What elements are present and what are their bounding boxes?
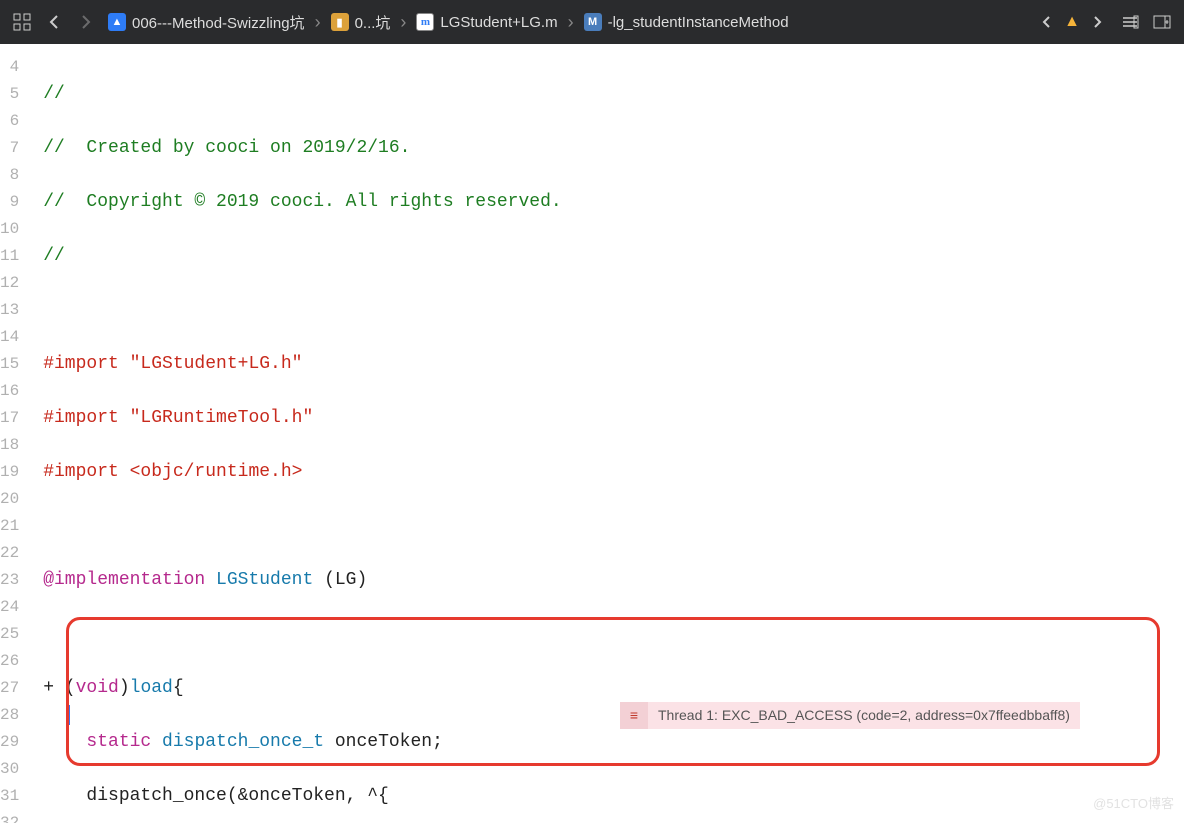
issue-prev-icon[interactable] bbox=[1032, 8, 1060, 36]
breadcrumb-label: 006---Method-Swizzling坑 bbox=[132, 12, 305, 33]
breadcrumb-label: -lg_studentInstanceMethod bbox=[608, 14, 789, 31]
nav-forward-icon[interactable] bbox=[72, 8, 100, 36]
error-text: Thread 1: EXC_BAD_ACCESS (code=2, addres… bbox=[648, 702, 1080, 729]
folder-icon: ▮ bbox=[331, 13, 349, 31]
error-icon: ≡ bbox=[620, 702, 648, 729]
xcodeproj-icon: ▲ bbox=[108, 13, 126, 31]
warning-icon[interactable]: ▲ bbox=[1064, 13, 1080, 31]
code-editor[interactable]: 456 789 101112 131415 161718 192021 2223… bbox=[0, 44, 1184, 823]
m-file-icon: m bbox=[416, 13, 434, 31]
method-icon: M bbox=[584, 13, 602, 31]
breadcrumb-method[interactable]: M -lg_studentInstanceMethod bbox=[580, 13, 793, 31]
chevron-right-icon: › bbox=[566, 12, 576, 33]
breadcrumb-project[interactable]: ▲ 006---Method-Swizzling坑 bbox=[104, 12, 309, 33]
line-number-gutter: 456 789 101112 131415 161718 192021 2223… bbox=[0, 44, 33, 823]
toolbar: ▲ 006---Method-Swizzling坑 › ▮ 0...坑 › m … bbox=[0, 0, 1184, 44]
adjust-editor-icon[interactable] bbox=[1116, 8, 1144, 36]
related-items-icon[interactable] bbox=[8, 8, 36, 36]
chevron-right-icon: › bbox=[313, 12, 323, 33]
add-editor-icon[interactable] bbox=[1148, 8, 1176, 36]
breadcrumb-label: 0...坑 bbox=[355, 12, 391, 33]
chevron-right-icon: › bbox=[398, 12, 408, 33]
issue-next-icon[interactable] bbox=[1084, 8, 1112, 36]
runtime-error-banner[interactable]: ≡ Thread 1: EXC_BAD_ACCESS (code=2, addr… bbox=[620, 702, 1080, 729]
breadcrumb-folder[interactable]: ▮ 0...坑 bbox=[327, 12, 395, 33]
nav-back-icon[interactable] bbox=[40, 8, 68, 36]
breadcrumb-file[interactable]: m LGStudent+LG.m bbox=[412, 13, 561, 31]
breadcrumb-label: LGStudent+LG.m bbox=[440, 14, 557, 31]
